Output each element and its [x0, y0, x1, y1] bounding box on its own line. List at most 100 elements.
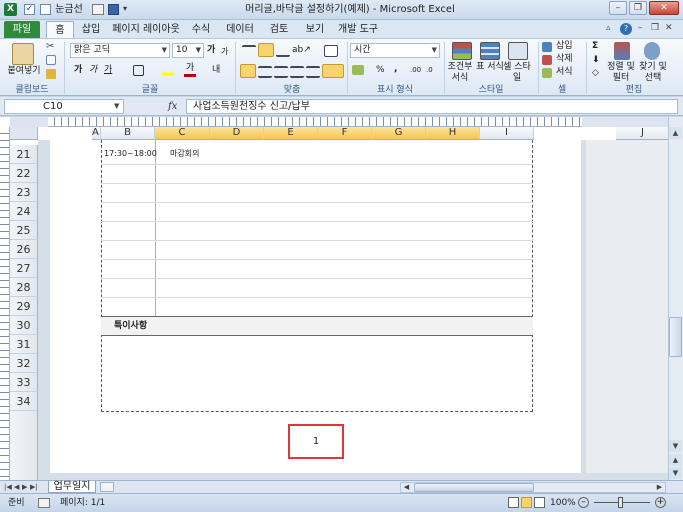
save-icon[interactable]	[108, 4, 119, 15]
row-header-33[interactable]: 33	[10, 373, 38, 392]
tab-page-layout[interactable]: 페이지 레이아웃	[112, 21, 180, 38]
align-middle-icon[interactable]	[258, 43, 274, 57]
tab-file[interactable]: 파일	[4, 21, 40, 38]
row-header-31[interactable]: 31	[10, 335, 38, 354]
doc-minimize-icon[interactable]: –	[638, 23, 643, 33]
insert-cells-icon[interactable]	[542, 42, 552, 52]
cell-styles-icon[interactable]	[508, 42, 528, 60]
fill-icon[interactable]: ⬇	[592, 55, 600, 66]
prev-sheet-button[interactable]: ◀	[14, 482, 19, 492]
tab-home[interactable]: 홈	[46, 21, 74, 38]
scroll-down-button[interactable]: ▼	[669, 440, 682, 452]
row-header-22[interactable]: 22	[10, 164, 38, 183]
name-box[interactable]: C10	[4, 99, 124, 114]
tab-developer[interactable]: 개발 도구	[336, 21, 380, 38]
row-header-21[interactable]: 21	[10, 145, 38, 164]
underline-icon[interactable]: 가	[104, 65, 112, 76]
cell-task[interactable]: 마감회의	[170, 146, 250, 162]
tab-view[interactable]: 보기	[300, 21, 330, 38]
insert-sheet-icon[interactable]	[100, 482, 114, 492]
tab-insert[interactable]: 삽입	[76, 21, 106, 38]
sort-filter-button[interactable]: 정렬 및 필터	[606, 62, 636, 84]
zoom-in-button[interactable]: +	[655, 497, 666, 508]
doc-close-icon[interactable]: ✕	[665, 23, 673, 33]
bold-icon[interactable]: 가	[74, 65, 82, 76]
row-header-32[interactable]: 32	[10, 354, 38, 373]
format-cells-icon[interactable]	[542, 68, 552, 78]
zoom-level[interactable]: 100%	[550, 497, 576, 509]
autosum-icon[interactable]: Σ	[592, 41, 598, 52]
vertical-scrollbar[interactable]	[668, 117, 683, 480]
find-select-icon[interactable]	[644, 42, 660, 60]
last-sheet-button[interactable]: ▶|	[30, 482, 38, 492]
increase-indent-icon[interactable]	[306, 66, 320, 78]
page-break-view-icon[interactable]	[534, 497, 545, 508]
horizontal-scroll-thumb[interactable]	[414, 483, 534, 492]
comma-icon[interactable]: ,	[394, 64, 397, 75]
zoom-slider-thumb[interactable]	[618, 497, 623, 508]
format-painter-icon[interactable]	[46, 69, 56, 79]
row-header-25[interactable]: 25	[10, 221, 38, 240]
align-center-icon[interactable]	[258, 66, 272, 78]
phonetic-icon[interactable]: 내	[212, 65, 220, 76]
zoom-out-button[interactable]: –	[578, 497, 589, 508]
row-header-23[interactable]: 23	[10, 183, 38, 202]
tab-data[interactable]: 데이터	[222, 21, 258, 38]
print-preview-icon[interactable]	[92, 4, 104, 15]
cell-styles-button[interactable]: 셀 스타일	[502, 62, 532, 84]
format-table-icon[interactable]	[480, 42, 500, 60]
align-bottom-icon[interactable]	[276, 45, 290, 57]
fill-color-icon[interactable]	[162, 65, 174, 76]
currency-icon[interactable]	[352, 65, 364, 75]
italic-icon[interactable]: 가	[89, 65, 97, 76]
next-sheet-button[interactable]: ▶	[22, 482, 27, 492]
row-header-30[interactable]: 30	[10, 316, 38, 335]
minimize-button[interactable]: –	[609, 1, 627, 15]
page-layout-view-icon[interactable]	[521, 497, 532, 508]
macro-record-icon[interactable]	[38, 498, 50, 508]
row-header-26[interactable]: 26	[10, 240, 38, 259]
column-header-f[interactable]: F	[318, 127, 372, 140]
vertical-scroll-thumb[interactable]	[669, 317, 682, 357]
column-header-i[interactable]: I	[480, 127, 534, 140]
delete-cells-icon[interactable]	[542, 55, 552, 65]
column-header-c[interactable]: C	[155, 127, 210, 140]
gridlines-checkbox[interactable]: ✓	[24, 4, 35, 15]
cell-time[interactable]: 17:30~18:00	[104, 146, 157, 162]
cut-icon[interactable]: ✂	[46, 41, 54, 52]
font-size-select[interactable]: 10 ▼	[172, 43, 204, 58]
tab-review[interactable]: 검토	[264, 21, 294, 38]
copy-icon[interactable]	[46, 55, 56, 65]
percent-icon[interactable]: %	[376, 65, 385, 76]
row-header-24[interactable]: 24	[10, 202, 38, 221]
sort-filter-icon[interactable]	[614, 42, 630, 60]
qat-more-icon[interactable]: ▾	[123, 3, 131, 15]
find-select-button[interactable]: 찾기 및 선택	[638, 62, 668, 84]
border-icon[interactable]	[133, 65, 144, 76]
help-icon[interactable]: ?	[620, 23, 632, 35]
column-header-e[interactable]: E	[264, 127, 318, 140]
merge-center-icon[interactable]	[322, 64, 344, 78]
column-header-h[interactable]: H	[426, 127, 480, 140]
select-all-corner[interactable]	[10, 127, 38, 140]
sheet-tab-work-log[interactable]: 업무일지	[48, 481, 96, 493]
name-box-dropdown-icon[interactable]: ▼	[114, 100, 119, 113]
restore-button[interactable]: ❐	[629, 1, 647, 15]
orientation-icon[interactable]: ab↗	[292, 45, 311, 56]
normal-view-icon[interactable]	[508, 497, 519, 508]
increase-decimal-icon[interactable]: .00	[410, 65, 421, 76]
paste-icon[interactable]	[12, 43, 34, 65]
row-header-34[interactable]: 34	[10, 392, 38, 411]
column-header-a[interactable]: A	[92, 127, 101, 140]
scroll-left-button[interactable]: ◀	[401, 482, 412, 493]
scroll-up-button[interactable]: ▲	[669, 127, 682, 139]
column-header-j[interactable]: J	[616, 127, 670, 140]
tab-formulas[interactable]: 수식	[186, 21, 216, 38]
column-header-b[interactable]: B	[101, 127, 155, 140]
wrap-text-icon[interactable]	[324, 45, 338, 57]
blank-checkbox[interactable]	[40, 4, 51, 15]
decrease-indent-icon[interactable]	[290, 66, 304, 78]
number-format-select[interactable]: 시간 ▼	[350, 43, 440, 58]
row-header-27[interactable]: 27	[10, 259, 38, 278]
align-right-icon[interactable]	[274, 66, 288, 78]
